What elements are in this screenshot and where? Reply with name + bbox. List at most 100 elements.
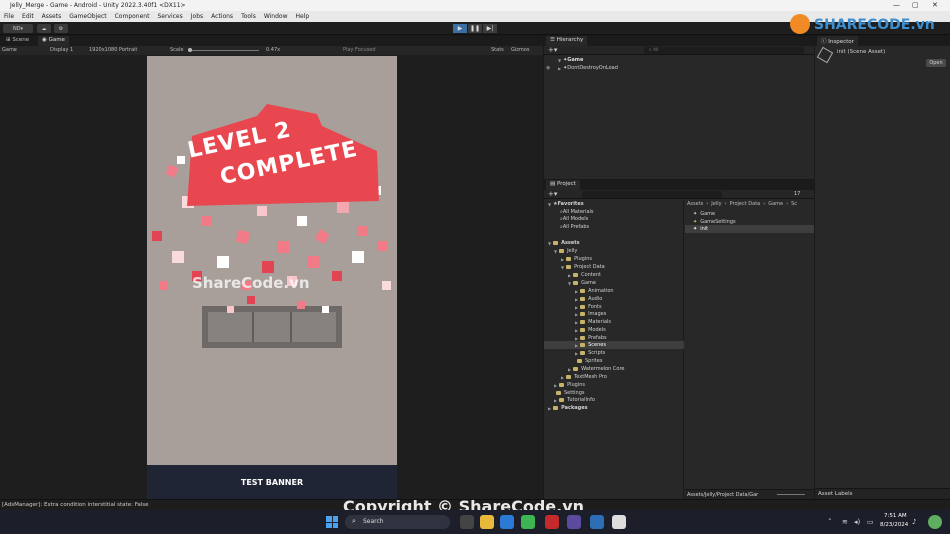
app-icon[interactable]: [590, 515, 604, 529]
favorite-item[interactable]: ⌕ All Prefabs: [560, 223, 589, 231]
collab-icon[interactable]: ⚙: [54, 24, 68, 33]
breadcrumb-assets[interactable]: Assets: [687, 201, 703, 207]
asset-labels-bar: Asset Labels: [815, 488, 950, 499]
minimize-icon[interactable]: —: [893, 1, 900, 9]
project-footer: Assets/Jelly/Project Data/Gar: [685, 489, 814, 499]
avatar[interactable]: [928, 515, 942, 529]
folder-item[interactable]: ▶ Content: [568, 271, 601, 279]
resolution-dropdown[interactable]: 1920x1080 Portrait: [89, 47, 137, 53]
tab-scene[interactable]: ⊞ Scene: [2, 36, 33, 46]
play-button[interactable]: ▶: [453, 24, 467, 33]
hierarchy-item-game[interactable]: ▼ ✦ Game: [558, 56, 583, 64]
folder-item[interactable]: ▶ TextMesh Pro: [561, 373, 607, 381]
app-icon[interactable]: [567, 515, 581, 529]
project-search-input[interactable]: [582, 191, 722, 198]
test-banner[interactable]: TEST BANNER: [147, 465, 397, 499]
scale-slider-handle[interactable]: [188, 48, 192, 52]
start-icon[interactable]: [326, 516, 338, 528]
tab-project[interactable]: ▤ Project: [546, 180, 580, 190]
tab-hierarchy[interactable]: ☰ Hierarchy: [546, 36, 588, 46]
menu-jobs[interactable]: Jobs: [191, 13, 203, 20]
game-render[interactable]: LEVEL 2 COMPLETE ShareCode.vn TEST BANNE…: [147, 56, 397, 499]
clock-date[interactable]: 8/23/2024: [880, 522, 908, 528]
game-mode-dropdown[interactable]: Game: [2, 47, 17, 53]
folder-item[interactable]: ▶ Plugins: [561, 255, 592, 263]
edge-icon[interactable]: [500, 515, 514, 529]
maximize-icon[interactable]: ▢: [912, 1, 919, 9]
favorites-header[interactable]: ▼ ★ Favorites: [548, 200, 584, 208]
menu-services[interactable]: Services: [157, 13, 182, 20]
pause-button[interactable]: ❚❚: [468, 24, 482, 33]
volume-icon[interactable]: ◂): [854, 518, 860, 526]
stats-button[interactable]: Stats: [491, 47, 504, 53]
clock-time[interactable]: 7:51 AM: [884, 513, 907, 519]
file-item-selected[interactable]: ✦ init: [693, 225, 708, 233]
app-icon[interactable]: [545, 515, 559, 529]
expand-arrow-icon[interactable]: ▼: [558, 58, 561, 63]
play-focused-dropdown[interactable]: Play Focused: [343, 47, 376, 53]
cloud-icon[interactable]: ☁: [37, 24, 51, 33]
packages-header[interactable]: ▶ Packages: [548, 404, 588, 412]
inspector-panel: ⓘ Inspector init (Scene Asset) Open Asse…: [815, 36, 950, 499]
folder-selection-highlight: [544, 341, 684, 349]
folder-item[interactable]: ▶ Materials: [575, 318, 611, 326]
menu-file[interactable]: File: [4, 13, 14, 20]
visibility-icon[interactable]: ◉: [546, 65, 550, 71]
favorite-item[interactable]: ⌕ All Models: [560, 215, 588, 223]
wifi-icon[interactable]: ≋: [842, 518, 848, 526]
add-icon[interactable]: +▾: [548, 46, 557, 54]
open-button[interactable]: Open: [926, 59, 946, 67]
folder-item[interactable]: ▶ Images: [575, 310, 606, 318]
breadcrumb-jelly[interactable]: Jelly: [711, 201, 721, 207]
breadcrumb-scenes[interactable]: Sc: [791, 201, 797, 207]
menu-assets[interactable]: Assets: [42, 13, 62, 20]
breadcrumb-project-data[interactable]: Project Data: [730, 201, 761, 207]
menu-component[interactable]: Component: [115, 13, 150, 20]
taskbar-search[interactable]: Search: [345, 515, 450, 529]
tray-chevron-icon[interactable]: ˄: [828, 518, 832, 526]
display-dropdown[interactable]: Display 1: [50, 47, 73, 53]
folder-item[interactable]: ▼ Jelly: [554, 247, 577, 255]
assets-header[interactable]: ▼ Assets: [548, 239, 580, 247]
file-explorer-icon[interactable]: [480, 515, 494, 529]
folder-item[interactable]: ▶ Watermelon Core: [568, 365, 625, 373]
chrome-icon[interactable]: [521, 515, 535, 529]
breadcrumb-game[interactable]: Game: [768, 201, 783, 207]
notification-icon[interactable]: ♪: [912, 518, 916, 526]
folder-item[interactable]: Sprites: [575, 357, 602, 365]
add-icon[interactable]: +▾: [548, 190, 557, 198]
scene-tab-bar: ⊞ Scene ◉ Game: [0, 36, 543, 46]
folder-item[interactable]: ▶ Audio: [575, 295, 602, 303]
step-button[interactable]: ▶|: [483, 24, 497, 33]
menu-actions[interactable]: Actions: [211, 13, 233, 20]
menu-edit[interactable]: Edit: [22, 13, 34, 20]
menu-gameobject[interactable]: GameObject: [69, 13, 106, 20]
scale-slider[interactable]: [189, 50, 259, 51]
folder-item[interactable]: ▶ Plugins: [554, 381, 585, 389]
folder-item[interactable]: ▼ Project Data: [561, 263, 605, 271]
close-icon[interactable]: ✕: [932, 1, 938, 9]
battery-icon[interactable]: ▭: [867, 518, 874, 526]
console-message[interactable]: [AdsManager]: Extra condition interstiti…: [2, 502, 149, 508]
hierarchy-search-input[interactable]: ⌕ All: [644, 47, 804, 54]
account-button[interactable]: ND ▾: [3, 24, 33, 33]
unity-icon[interactable]: [612, 515, 626, 529]
folder-item[interactable]: ▶ Animation: [575, 287, 614, 295]
task-view-icon[interactable]: [460, 515, 474, 529]
menu-window[interactable]: Window: [264, 13, 288, 20]
hierarchy-item-dontdestroy[interactable]: ▶ ✦ DontDestroyOnLoad: [558, 64, 618, 72]
menu-tools[interactable]: Tools: [241, 13, 256, 20]
folder-item[interactable]: ▶ Models: [575, 326, 606, 334]
gizmos-dropdown[interactable]: Gizmos: [511, 47, 529, 53]
folder-item[interactable]: ▼ Game: [568, 279, 596, 287]
file-item[interactable]: ✦ Game: [693, 210, 715, 218]
tab-game[interactable]: ◉ Game: [38, 36, 69, 46]
folder-item[interactable]: ▶ TutorialInfo: [554, 396, 595, 404]
menu-help[interactable]: Help: [296, 13, 310, 20]
folder-item-selected[interactable]: ▶ Scenes: [575, 341, 606, 349]
game-panel: ⊞ Scene ◉ Game Game Display 1 1920x1080 …: [0, 36, 543, 499]
folder-item[interactable]: ▶ Scripts: [575, 349, 605, 357]
icon-size-slider[interactable]: [777, 494, 805, 495]
scene-file-icon: ✦: [693, 226, 698, 232]
expand-arrow-icon[interactable]: ▶: [558, 66, 561, 71]
